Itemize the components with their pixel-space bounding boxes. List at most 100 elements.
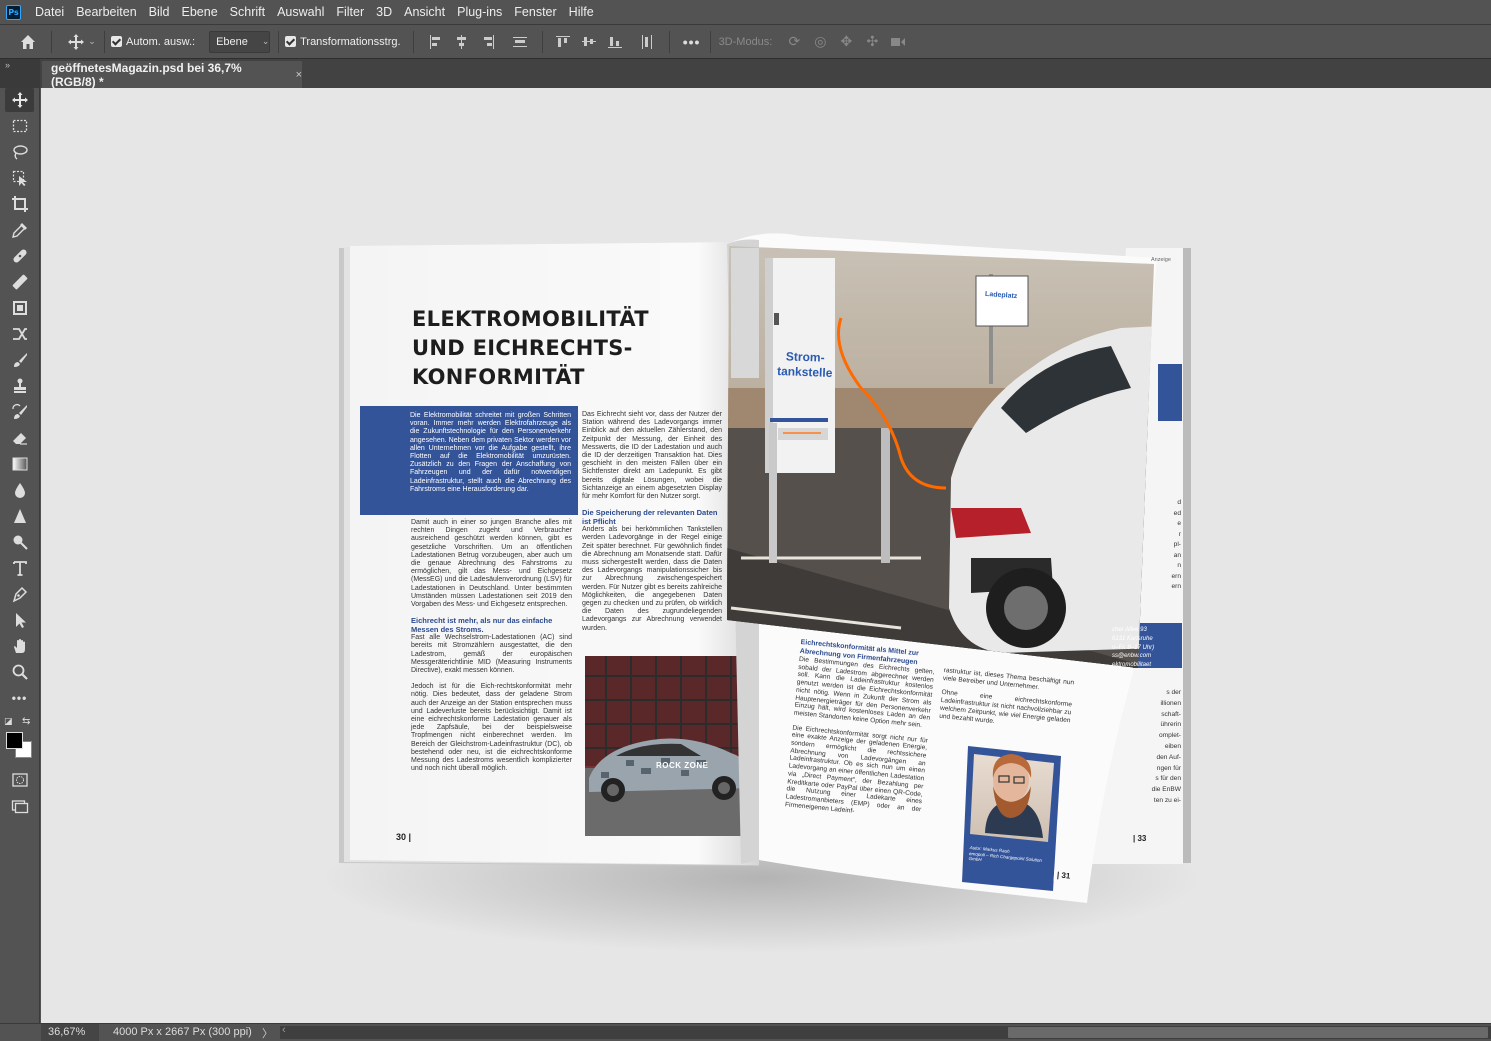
gradient-icon[interactable]	[5, 452, 34, 476]
expand-panels-icon[interactable]: »	[0, 59, 40, 88]
align-bottom-edges-icon[interactable]	[605, 32, 625, 52]
content-aware-move-icon[interactable]	[5, 322, 34, 346]
sharpen-icon[interactable]	[5, 504, 34, 528]
col1-subheading: Eichrecht ist mehr, als nur das einfache…	[411, 616, 553, 634]
distribute-vertical-icon[interactable]	[510, 32, 530, 52]
document-info: 4000 Px x 2667 Px (300 ppi)	[113, 1026, 252, 1038]
text-tool-icon[interactable]	[5, 556, 34, 580]
healing-brush-icon[interactable]	[5, 244, 34, 268]
align-horizontal-centers-icon[interactable]	[452, 32, 472, 52]
back-fragment: d	[1177, 499, 1181, 506]
history-brush-icon[interactable]	[5, 400, 34, 424]
brush-icon[interactable]	[5, 348, 34, 372]
distribute-horizontal-icon[interactable]	[637, 32, 657, 52]
blur-icon[interactable]	[5, 478, 34, 502]
3d-scale-icon[interactable]	[888, 32, 908, 52]
menu-bild[interactable]: Bild	[143, 0, 176, 24]
menu-auswahl[interactable]: Auswahl	[271, 0, 330, 24]
hand-icon[interactable]	[5, 634, 34, 658]
menu-bearbeiten[interactable]: Bearbeiten	[70, 0, 142, 24]
align-top-edges-icon[interactable]	[553, 32, 573, 52]
back-page-contact: cher Allee 93 6131 Karlsruhe o–Fr. 8–17 …	[1112, 626, 1182, 670]
zoom-icon[interactable]	[5, 660, 34, 684]
eyedropper-icon[interactable]	[5, 218, 34, 242]
auto-select-value: Ebene	[216, 35, 248, 48]
swap-colors-icon[interactable]: ⇆	[22, 716, 30, 727]
back-contact-line-3: o–Fr. 8–17 Uhr)	[1112, 644, 1155, 651]
pen-icon[interactable]	[5, 582, 34, 606]
menu-schrift[interactable]: Schrift	[224, 0, 271, 24]
back-page-fragments-a: d ed e r pl- an n ern ern	[1121, 498, 1181, 593]
horizontal-scrollbar[interactable]: ‹	[280, 1024, 1491, 1039]
path-selection-icon[interactable]	[5, 608, 34, 632]
align-vertical-centers-icon[interactable]	[579, 32, 599, 52]
more-tools-icon[interactable]: •••	[5, 686, 34, 710]
move-tool-preset-icon[interactable]	[66, 32, 86, 52]
lasso-icon[interactable]	[5, 140, 34, 164]
magazine-mockup	[321, 233, 1201, 953]
align-left-edges-icon[interactable]	[426, 32, 446, 52]
document-canvas[interactable]: ELEKTROMOBILITÄT UND EICHRECHTS- KONFORM…	[41, 88, 1491, 1023]
anzeige-label: Anzeige	[1151, 257, 1171, 263]
col2-subheading: Die Speicherung der relevanten Daten ist…	[582, 508, 718, 526]
document-tab[interactable]: geöffnetesMagazin.psd bei 36,7% (RGB/8) …	[42, 61, 302, 89]
col2-paragraph-2: Anders als bei herkömmlichen Tankstellen…	[582, 526, 722, 632]
headline-line-1: ELEKTROMOBILITÄT	[412, 307, 649, 331]
back-contact-line-4: ss@enbw.com	[1112, 653, 1152, 660]
menu-filter[interactable]: Filter	[330, 0, 370, 24]
dodge-icon[interactable]	[5, 530, 34, 554]
back-fragment: ten zu ei-	[1153, 796, 1181, 804]
status-bar: 36,67% 4000 Px x 2667 Px (300 ppi) 〉 ‹	[0, 1023, 1491, 1041]
station-label-line-2: tankstelle	[776, 364, 833, 380]
foreground-color-swatch[interactable]	[6, 732, 23, 749]
menu-datei[interactable]: Datei	[29, 0, 70, 24]
status-menu-arrow-icon[interactable]: 〉	[262, 1025, 273, 1041]
clone-stamp-icon[interactable]	[5, 374, 34, 398]
menu-ebene[interactable]: Ebene	[176, 0, 224, 24]
menu-plugins[interactable]: Plug-ins	[451, 0, 508, 24]
auto-select-checkbox[interactable]: Autom. ausw.:	[111, 36, 195, 48]
scroll-left-icon[interactable]: ‹	[282, 1024, 286, 1036]
menu-hilfe[interactable]: Hilfe	[563, 0, 600, 24]
rectangular-marquee-icon[interactable]	[5, 114, 34, 138]
headline-line-2: UND EICHRECHTS-	[412, 336, 633, 360]
default-colors-icon[interactable]: ◪	[4, 716, 13, 727]
back-page-fragments-b: s der illionen schaft- ührerin omplet- e…	[1091, 688, 1181, 807]
3d-slide-icon[interactable]: ✣	[862, 32, 882, 52]
headline-line-3: KONFORMITÄT	[412, 365, 585, 389]
menu-fenster[interactable]: Fenster	[508, 0, 562, 24]
eraser-icon[interactable]	[5, 426, 34, 450]
menu-ansicht[interactable]: Ansicht	[398, 0, 451, 24]
3d-roll-icon[interactable]: ◎	[810, 32, 830, 52]
brush-icon-alt[interactable]	[5, 270, 34, 294]
close-icon[interactable]: ×	[296, 69, 302, 81]
back-fragment: e	[1177, 520, 1181, 527]
chevron-down-icon[interactable]: ⌄	[86, 32, 98, 52]
zoom-level-field[interactable]: 36,67%	[41, 1024, 99, 1041]
crop-icon[interactable]	[5, 192, 34, 216]
frame-icon[interactable]	[5, 296, 34, 320]
back-contact-line-5: ektromobilitaet	[1112, 662, 1152, 669]
col1-paragraph-3: Jedoch ist für die Eich-rechtskonformitä…	[411, 683, 572, 773]
scrollbar-thumb[interactable]	[1008, 1027, 1488, 1038]
quick-mask-icon[interactable]	[5, 768, 34, 792]
back-contact-line-1: cher Allee 93	[1112, 627, 1147, 633]
align-right-edges-icon[interactable]	[478, 32, 498, 52]
back-fragment: illionen	[1160, 699, 1181, 707]
auto-select-label: Autom. ausw.:	[126, 35, 196, 48]
more-options-icon[interactable]: •••	[682, 32, 702, 52]
3d-orbit-icon[interactable]: ⟳	[784, 32, 804, 52]
home-icon[interactable]	[17, 32, 39, 52]
object-selection-icon[interactable]	[5, 166, 34, 190]
transform-controls-checkbox[interactable]: Transformationsstrg.	[285, 36, 401, 48]
right-paragraph-2: Die Eichrechtskonformität sorgt nicht nu…	[784, 724, 929, 815]
menubar: Ps Datei Bearbeiten Bild Ebene Schrift A…	[0, 0, 1491, 24]
screen-mode-icon[interactable]	[5, 794, 34, 818]
document-tab-row: » geöffnetesMagazin.psd bei 36,7% (RGB/8…	[0, 59, 1491, 89]
auto-select-dropdown[interactable]: Ebene ⌄	[209, 30, 271, 53]
3d-pan-icon[interactable]: ✥	[836, 32, 856, 52]
right-paragraph-1: Die Bestimmungen des Eichrechts gelten, …	[793, 655, 935, 729]
back-fragment: omplet-	[1159, 732, 1181, 740]
menu-3d[interactable]: 3D	[370, 0, 398, 24]
move-tool-icon[interactable]	[5, 88, 34, 112]
